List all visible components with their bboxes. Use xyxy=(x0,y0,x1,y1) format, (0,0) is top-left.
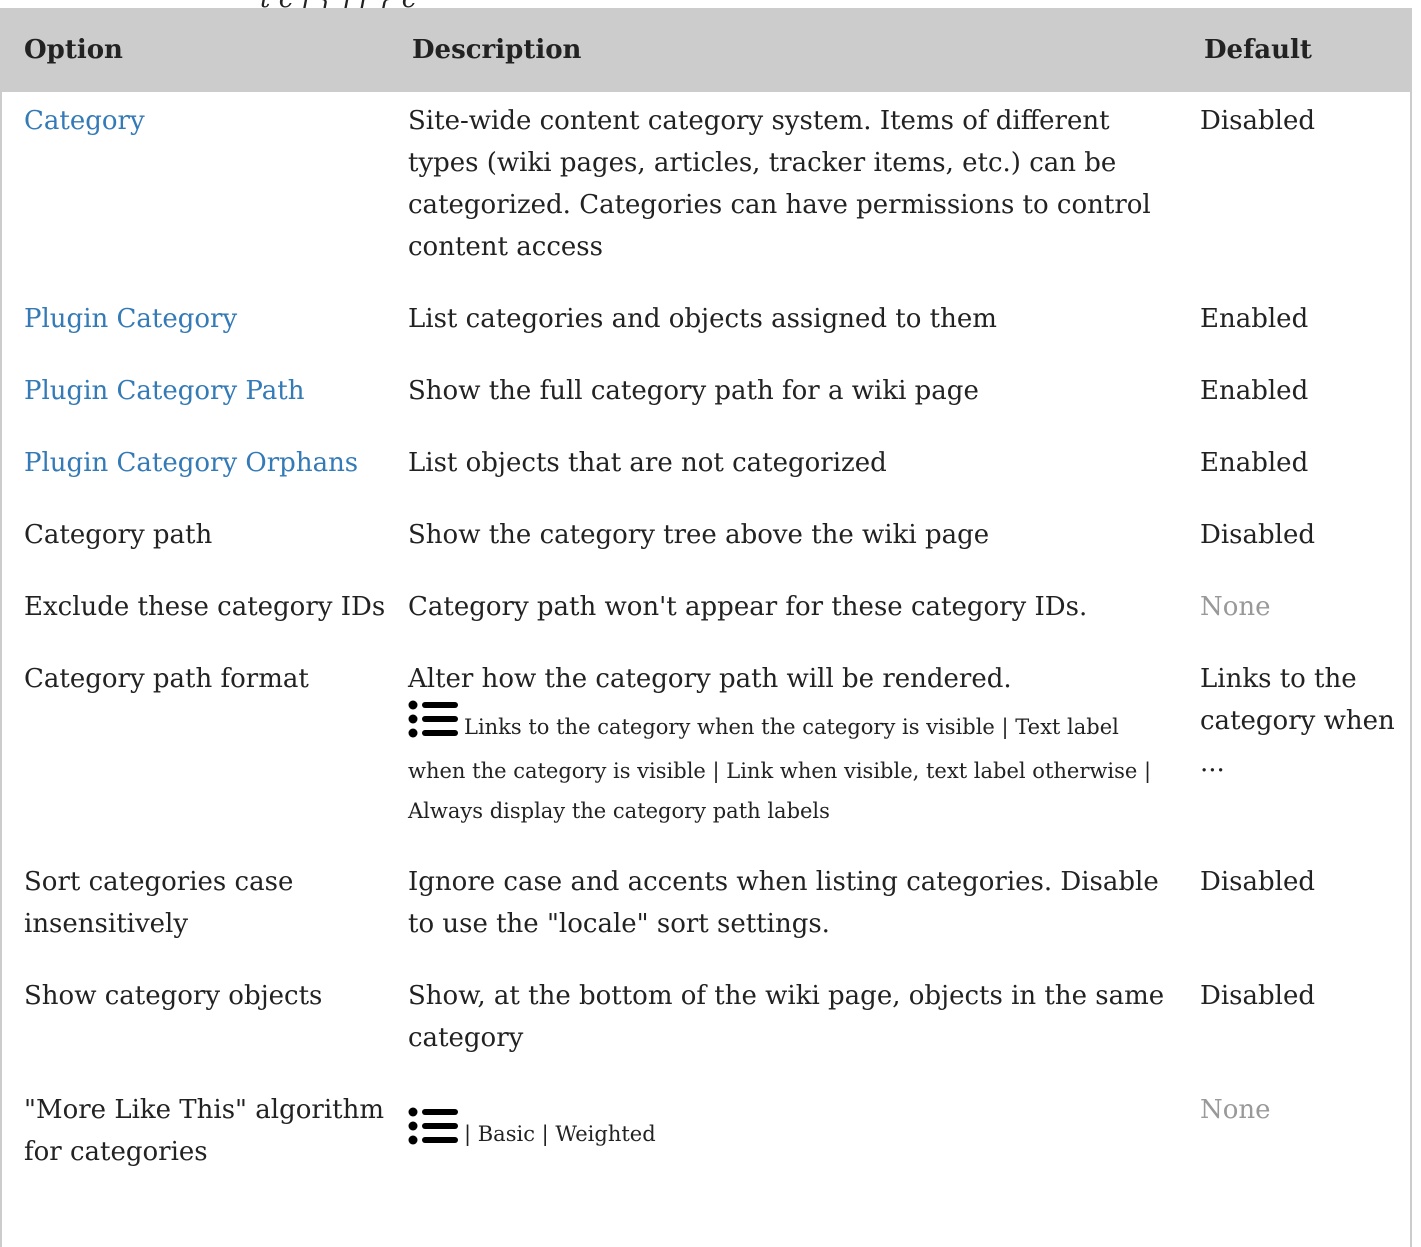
default-cell: Disabled xyxy=(1200,520,1315,550)
option-cell: Category path xyxy=(24,520,213,550)
options-list: | Basic | Weighted xyxy=(408,1089,1182,1158)
option-link-plugin-category[interactable]: Plugin Category xyxy=(24,304,237,334)
table-row: "More Like This" algorithm for categorie… xyxy=(0,1081,1412,1195)
table-row: Category Site-wide content category syst… xyxy=(0,92,1412,290)
description-cell: | Basic | Weighted xyxy=(408,1081,1200,1195)
default-cell: Enabled xyxy=(1200,376,1309,406)
description-cell: Show the full category path for a wiki p… xyxy=(408,376,979,406)
description-cell: Alter how the category path will be rend… xyxy=(408,650,1200,853)
description-cell: Category path won't appear for these cat… xyxy=(408,592,1088,622)
preferences-page: t c j { j f } c Option Description Defau… xyxy=(0,0,1421,1247)
description-cell: Show the category tree above the wiki pa… xyxy=(408,520,990,550)
table-row: Show category objects Show, at the botto… xyxy=(0,967,1412,1081)
header-option: Option xyxy=(24,35,123,65)
table-row: Sort categories case insensitively Ignor… xyxy=(0,853,1412,967)
option-link-plugin-category-path[interactable]: Plugin Category Path xyxy=(24,376,304,406)
table-row: Exclude these category IDs Category path… xyxy=(0,578,1412,650)
option-cell: Sort categories case insensitively xyxy=(24,867,294,939)
option-link-category[interactable]: Category xyxy=(24,106,145,136)
list-icon xyxy=(408,700,458,751)
option-link-plugin-category-orphans[interactable]: Plugin Category Orphans xyxy=(24,448,358,478)
option-cell: Plugin Category xyxy=(0,290,408,362)
default-cell: None xyxy=(1200,1095,1271,1125)
option-cell: Exclude these category IDs xyxy=(24,592,386,622)
default-cell: Disabled xyxy=(1200,106,1315,136)
description-cell: Show, at the bottom of the wiki page, ob… xyxy=(408,981,1165,1053)
default-cell: Enabled xyxy=(1200,448,1309,478)
default-cell: Links to the category when ... xyxy=(1200,664,1395,778)
options-table: Option Description Default Category Site… xyxy=(0,8,1412,1195)
table-row: Plugin Category List categories and obje… xyxy=(0,290,1412,362)
options-text: Links to the category when the category … xyxy=(408,715,1152,823)
table-row: Category path Show the category tree abo… xyxy=(0,506,1412,578)
options-text: | Basic | Weighted xyxy=(464,1122,656,1146)
header-default: Default xyxy=(1204,35,1312,65)
option-cell: Plugin Category Path xyxy=(0,362,408,434)
table-row: Category path format Alter how the categ… xyxy=(0,650,1412,853)
option-cell: Plugin Category Orphans xyxy=(0,434,408,506)
default-cell: Enabled xyxy=(1200,304,1309,334)
default-cell: None xyxy=(1200,592,1271,622)
cut-off-text: t c j { j f } c xyxy=(260,0,416,8)
options-list: Links to the category when the category … xyxy=(408,700,1182,831)
description-cell: Site-wide content category system. Items… xyxy=(408,106,1151,262)
option-cell: "More Like This" algorithm for categorie… xyxy=(24,1095,384,1167)
table-row: Plugin Category Orphans List objects tha… xyxy=(0,434,1412,506)
list-icon xyxy=(408,1107,458,1158)
description-cell: List objects that are not categorized xyxy=(408,448,887,478)
table-header-row: Option Description Default xyxy=(0,8,1412,92)
option-cell: Show category objects xyxy=(24,981,323,1011)
option-cell: Category xyxy=(0,92,408,290)
description-cell: Ignore case and accents when listing cat… xyxy=(408,867,1159,939)
default-cell: Disabled xyxy=(1200,981,1315,1011)
header-description: Description xyxy=(412,35,582,65)
description-cell: List categories and objects assigned to … xyxy=(408,304,997,334)
table-row: Plugin Category Path Show the full categ… xyxy=(0,362,1412,434)
default-cell: Disabled xyxy=(1200,867,1315,897)
description-text: Alter how the category path will be rend… xyxy=(408,664,1012,694)
option-cell: Category path format xyxy=(24,664,309,694)
